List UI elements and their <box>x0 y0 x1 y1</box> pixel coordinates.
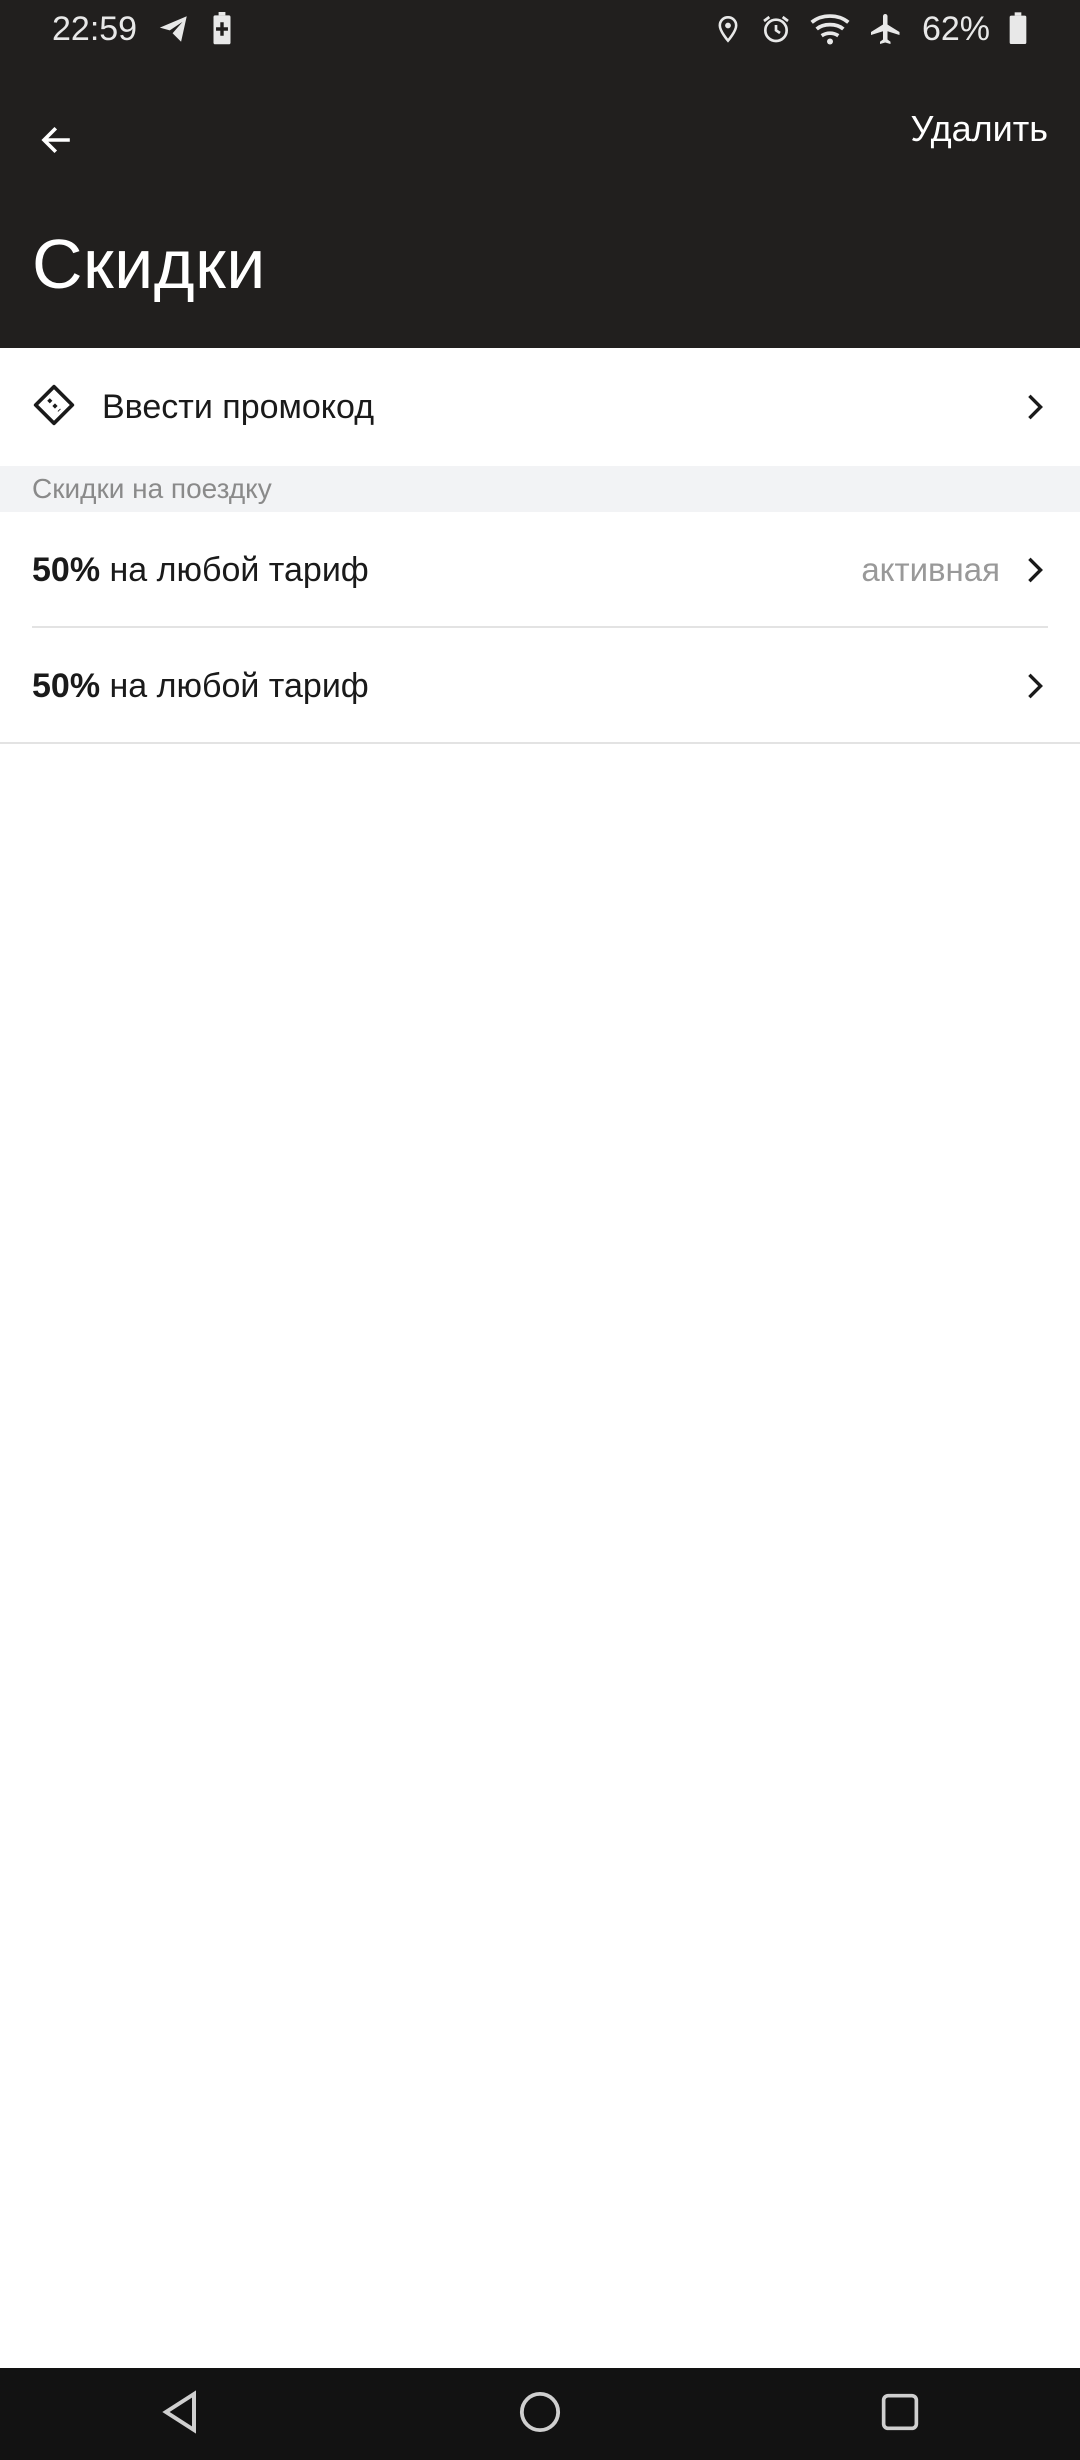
nav-home-button[interactable] <box>490 2368 590 2460</box>
home-circle-icon <box>519 2391 561 2438</box>
enter-promocode-row[interactable]: Ввести промокод <box>0 348 1080 466</box>
back-button[interactable] <box>24 110 88 174</box>
section-header-trip-discounts: Скидки на поездку <box>0 466 1080 512</box>
battery-saver-icon <box>211 12 233 46</box>
system-navigation-bar <box>0 2368 1080 2460</box>
discount-description: на любой тариф <box>109 550 369 589</box>
discount-list: 50% на любой тариф активная 50% на любой… <box>0 512 1080 744</box>
discount-status: активная <box>861 551 1000 588</box>
header: 22:59 62% Удалить Скидки <box>0 0 1080 348</box>
alarm-icon <box>760 13 792 45</box>
app-bar: Удалить <box>0 90 1080 180</box>
discount-percent: 50% <box>32 666 101 705</box>
ticket-icon <box>32 383 76 432</box>
divider <box>0 742 1080 744</box>
arrow-left-icon <box>36 122 76 163</box>
back-triangle-icon <box>160 2389 200 2439</box>
discount-item[interactable]: 50% на любой тариф активная <box>0 512 1080 628</box>
enter-promocode-label: Ввести промокод <box>102 387 375 426</box>
telegram-icon <box>155 12 193 46</box>
nav-back-button[interactable] <box>130 2368 230 2460</box>
status-time: 22:59 <box>52 9 138 48</box>
airplane-icon <box>868 11 904 47</box>
wifi-icon <box>810 12 850 46</box>
location-icon <box>714 12 742 46</box>
discount-percent: 50% <box>32 550 101 589</box>
discount-item[interactable]: 50% на любой тариф <box>0 628 1080 744</box>
battery-icon <box>1008 12 1028 46</box>
chevron-right-icon <box>1022 392 1048 422</box>
delete-button[interactable]: Удалить <box>911 108 1048 150</box>
chevron-right-icon <box>1022 555 1048 585</box>
battery-percent: 62% <box>921 9 990 48</box>
chevron-right-icon <box>1022 671 1048 701</box>
recents-square-icon <box>880 2392 920 2437</box>
page-title: Скидки <box>32 225 266 303</box>
nav-recents-button[interactable] <box>850 2368 950 2460</box>
discount-description: на любой тариф <box>109 666 369 705</box>
status-bar: 22:59 62% <box>0 0 1080 58</box>
